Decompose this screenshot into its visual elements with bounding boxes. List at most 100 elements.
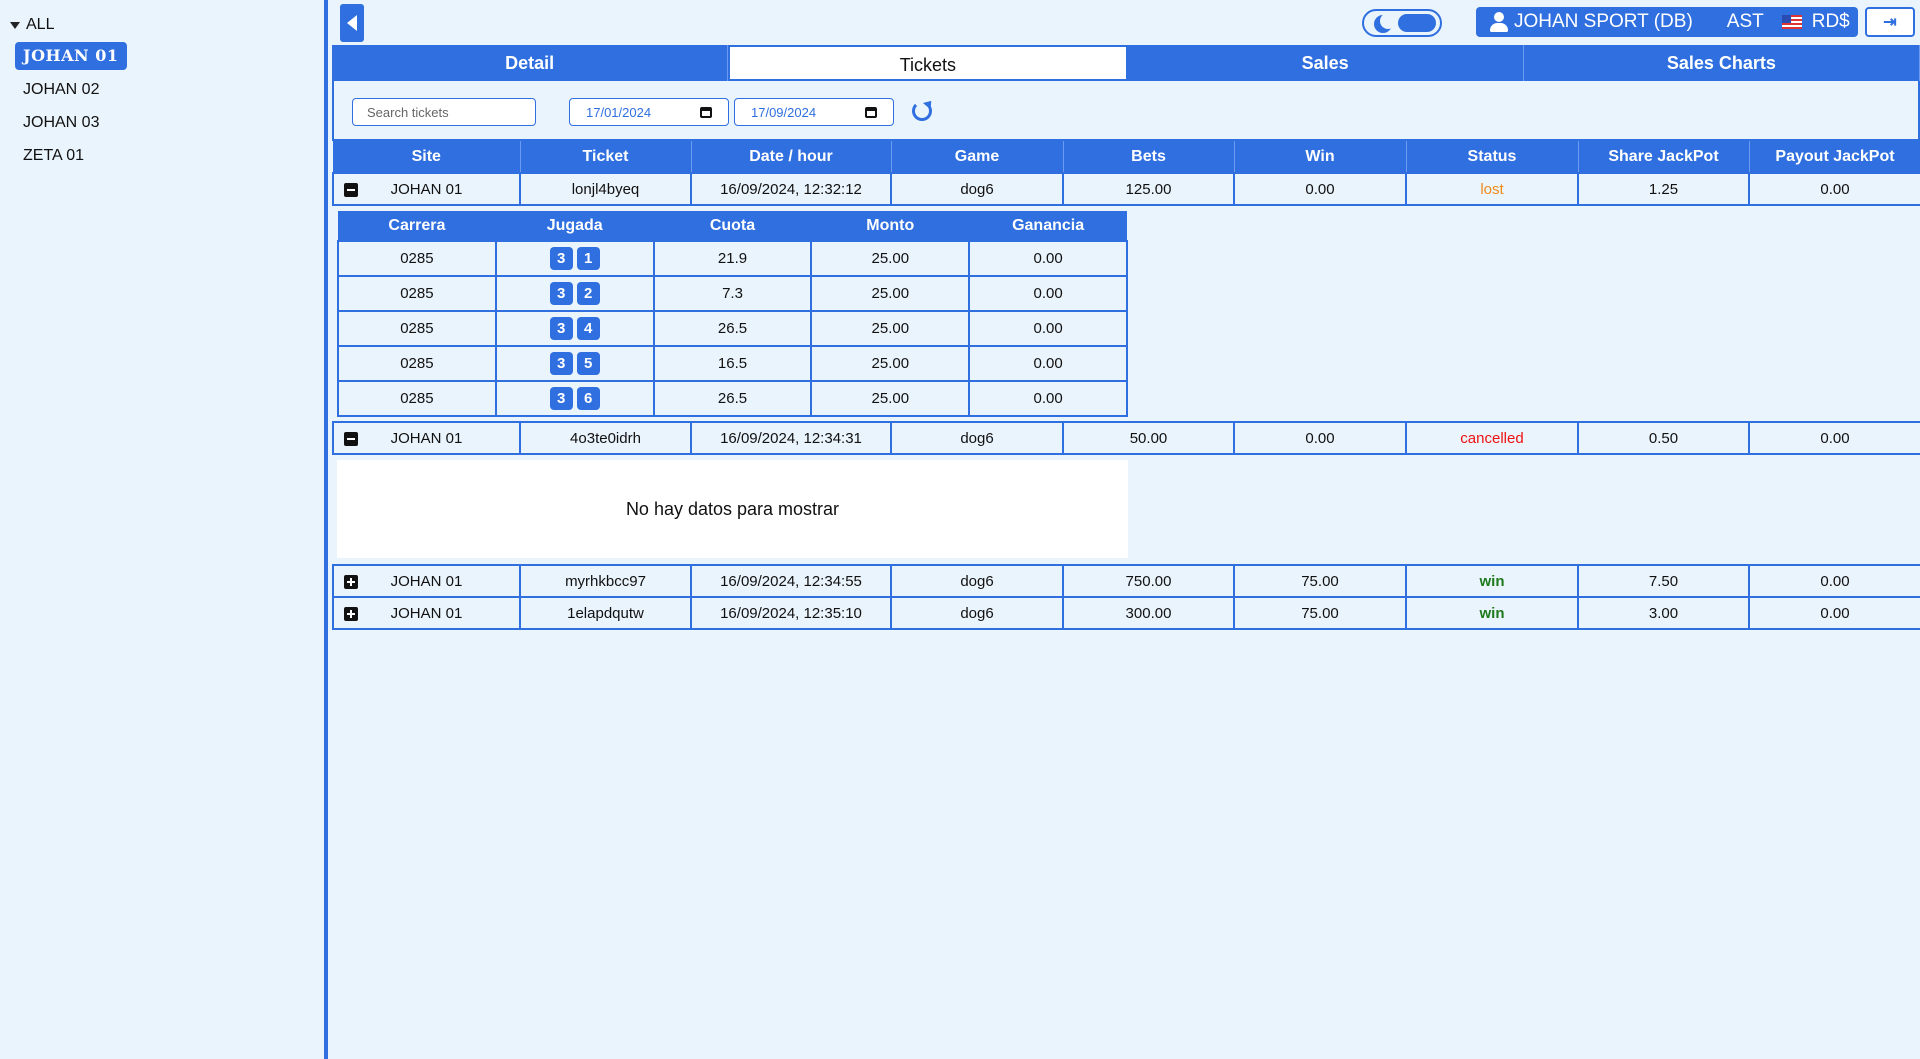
monto-cell: 25.00 bbox=[810, 310, 971, 347]
sidebar-item-johan-01[interactable]: JOHAN 01 bbox=[15, 42, 127, 70]
pick-badge: 3 bbox=[549, 387, 573, 410]
refresh-icon[interactable] bbox=[912, 101, 932, 121]
jugada-cell: 34 bbox=[494, 310, 655, 347]
date-from-value: 17/01/2024 bbox=[586, 105, 652, 120]
main-panel: JOHAN SPORT (DB) AST RD$ ⇥ Detail Ticket… bbox=[332, 0, 1920, 1059]
carrera-cell: 0285 bbox=[337, 310, 497, 347]
ticket-cell: 1elapdqutw bbox=[519, 596, 692, 630]
jugada-cell: 35 bbox=[494, 345, 655, 382]
pick-badge: 5 bbox=[576, 352, 600, 375]
col-cuota: Cuota bbox=[653, 211, 812, 241]
user-menu[interactable]: JOHAN SPORT (DB) AST RD$ bbox=[1476, 7, 1858, 37]
collapse-sidebar-button[interactable] bbox=[340, 4, 364, 42]
monto-cell: 25.00 bbox=[810, 275, 971, 312]
date-cell: 16/09/2024, 12:35:10 bbox=[690, 596, 892, 630]
col-ticket[interactable]: Ticket bbox=[520, 141, 692, 173]
expand-row-icon[interactable] bbox=[344, 575, 358, 589]
expand-row-icon[interactable] bbox=[344, 607, 358, 621]
chevron-left-icon bbox=[347, 15, 357, 31]
site-value: JOHAN 01 bbox=[390, 572, 463, 590]
tab-detail[interactable]: Detail bbox=[332, 45, 729, 81]
caret-down-icon[interactable] bbox=[10, 21, 20, 29]
share-cell: 3.00 bbox=[1577, 596, 1750, 630]
sidebar: ALL JOHAN 01 JOHAN 02 JOHAN 03 ZETA 01 bbox=[0, 0, 328, 1059]
date-cell: 16/09/2024, 12:34:55 bbox=[690, 564, 892, 598]
share-cell: 7.50 bbox=[1577, 564, 1750, 598]
subtable-header-row: Carrera Jugada Cuota Monto Ganancia bbox=[338, 211, 1127, 241]
table-row[interactable]: JOHAN 01 myrhkbcc97 16/09/2024, 12:34:55… bbox=[332, 564, 1920, 598]
col-payout-jackpot[interactable]: Payout JackPot bbox=[1749, 141, 1920, 173]
site-cell: JOHAN 01 bbox=[332, 172, 521, 206]
toggle-knob bbox=[1398, 14, 1436, 32]
table-row[interactable]: JOHAN 01 4o3te0idrh 16/09/2024, 12:34:31… bbox=[332, 421, 1920, 455]
table-row[interactable]: JOHAN 01 lonjl4byeq 16/09/2024, 12:32:12… bbox=[332, 172, 1920, 206]
ganancia-cell: 0.00 bbox=[968, 275, 1128, 312]
bets-cell: 50.00 bbox=[1062, 421, 1235, 455]
tree-root-all[interactable]: ALL bbox=[10, 16, 54, 34]
win-cell: 0.00 bbox=[1233, 421, 1407, 455]
site-cell: JOHAN 01 bbox=[332, 564, 521, 598]
logout-icon: ⇥ bbox=[1883, 14, 1897, 31]
ticket-cell: lonjl4byeq bbox=[519, 172, 692, 206]
pick-badge: 2 bbox=[576, 282, 600, 305]
monto-cell: 25.00 bbox=[810, 240, 971, 277]
share-cell: 1.25 bbox=[1577, 172, 1750, 206]
tab-sales[interactable]: Sales bbox=[1127, 45, 1524, 81]
user-icon bbox=[1490, 12, 1508, 32]
subtable-row: 0285 35 16.5 25.00 0.00 bbox=[337, 345, 1128, 382]
subtable-row: 0285 32 7.3 25.00 0.00 bbox=[337, 275, 1128, 312]
user-name: JOHAN SPORT (DB) bbox=[1514, 11, 1693, 32]
carrera-cell: 0285 bbox=[337, 380, 497, 417]
tab-sales-charts[interactable]: Sales Charts bbox=[1523, 45, 1920, 81]
tab-tickets[interactable]: Tickets bbox=[728, 45, 1128, 81]
dark-mode-toggle[interactable] bbox=[1362, 9, 1442, 37]
subtable-row: 0285 34 26.5 25.00 0.00 bbox=[337, 310, 1128, 347]
col-win[interactable]: Win bbox=[1234, 141, 1407, 173]
bets-cell: 750.00 bbox=[1062, 564, 1235, 598]
jugada-cell: 36 bbox=[494, 380, 655, 417]
calendar-icon[interactable] bbox=[865, 107, 877, 118]
collapse-row-icon[interactable] bbox=[344, 183, 358, 197]
logout-button[interactable]: ⇥ bbox=[1865, 7, 1915, 37]
sidebar-item-johan-02[interactable]: JOHAN 02 bbox=[15, 76, 107, 104]
site-value: JOHAN 01 bbox=[390, 180, 463, 198]
pick-badge: 3 bbox=[549, 317, 573, 340]
col-date[interactable]: Date / hour bbox=[691, 141, 892, 173]
col-game[interactable]: Game bbox=[891, 141, 1064, 173]
sidebar-item-zeta-01[interactable]: ZETA 01 bbox=[15, 142, 92, 170]
table-row[interactable]: JOHAN 01 1elapdqutw 16/09/2024, 12:35:10… bbox=[332, 596, 1920, 630]
game-cell: dog6 bbox=[890, 172, 1064, 206]
col-bets[interactable]: Bets bbox=[1063, 141, 1235, 173]
date-to-value: 17/09/2024 bbox=[751, 105, 817, 120]
subtable-row: 0285 36 26.5 25.00 0.00 bbox=[337, 380, 1128, 417]
bets-cell: 300.00 bbox=[1062, 596, 1235, 630]
col-site[interactable]: Site bbox=[333, 141, 521, 173]
bets-cell: 125.00 bbox=[1062, 172, 1235, 206]
col-share-jackpot[interactable]: Share JackPot bbox=[1578, 141, 1750, 173]
ticket-cell: myrhkbcc97 bbox=[519, 564, 692, 598]
win-cell: 75.00 bbox=[1233, 564, 1407, 598]
date-to-input[interactable]: 17/09/2024 bbox=[734, 98, 894, 126]
carrera-cell: 0285 bbox=[337, 345, 497, 382]
date-from-input[interactable]: 17/01/2024 bbox=[569, 98, 729, 126]
win-cell: 0.00 bbox=[1233, 172, 1407, 206]
site-value: JOHAN 01 bbox=[390, 604, 463, 622]
search-input[interactable]: Search tickets bbox=[352, 98, 536, 126]
col-carrera: Carrera bbox=[338, 211, 496, 241]
status-cell: win bbox=[1405, 596, 1579, 630]
status-cell: cancelled bbox=[1405, 421, 1579, 455]
pick-badge: 4 bbox=[576, 317, 600, 340]
subtable-row: 0285 31 21.9 25.00 0.00 bbox=[337, 240, 1128, 277]
share-cell: 0.50 bbox=[1577, 421, 1750, 455]
pick-badge: 3 bbox=[549, 247, 573, 270]
no-data-message: No hay datos para mostrar bbox=[625, 498, 840, 519]
col-monto: Monto bbox=[811, 211, 970, 241]
collapse-row-icon[interactable] bbox=[344, 432, 358, 446]
jugada-cell: 32 bbox=[494, 275, 655, 312]
col-status[interactable]: Status bbox=[1406, 141, 1579, 173]
sidebar-item-johan-03[interactable]: JOHAN 03 bbox=[15, 109, 107, 137]
currency-label: RD$ bbox=[1811, 11, 1850, 32]
tab-bar: Detail Tickets Sales Sales Charts bbox=[332, 45, 1920, 81]
cuota-cell: 26.5 bbox=[652, 310, 813, 347]
calendar-icon[interactable] bbox=[700, 107, 712, 118]
